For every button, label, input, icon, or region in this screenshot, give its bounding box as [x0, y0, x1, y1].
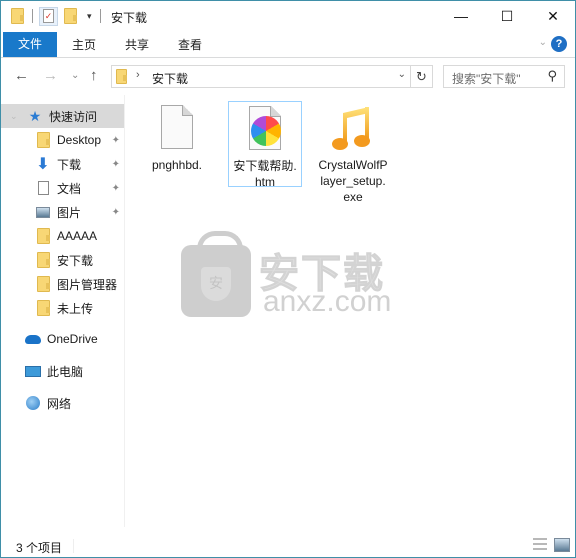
network-icon	[25, 395, 41, 411]
download-icon: ⬇	[36, 156, 50, 173]
cloud-icon	[25, 331, 41, 347]
sidebar-item-pictures[interactable]: 图片 ✦	[1, 200, 124, 224]
sidebar-item-documents[interactable]: 文档 ✦	[1, 176, 124, 200]
sidebar-item-label: 网络	[47, 396, 72, 411]
expand-ribbon-button[interactable]: ⌄	[539, 37, 547, 48]
breadcrumb-separator[interactable]: ›	[136, 69, 140, 81]
sidebar-item-label: AAAAA	[57, 229, 98, 243]
blank-file-icon	[153, 105, 201, 153]
computer-icon	[25, 363, 41, 379]
ribbon: 文件 主页 共享 查看 ⌄ ?	[1, 31, 575, 58]
window-title: 安下载	[111, 11, 148, 25]
refresh-button[interactable]: ↻	[410, 66, 432, 87]
file-item[interactable]: CrystalWolfPlayer_setup.exe	[316, 101, 390, 207]
tab-file[interactable]: 文件	[3, 32, 57, 57]
folder-icon	[35, 276, 51, 292]
help-button[interactable]: ?	[551, 36, 567, 52]
shield-icon: 安	[201, 267, 231, 301]
star-icon: ★	[28, 107, 42, 124]
back-button[interactable]: ←	[14, 67, 29, 84]
title-bar: ✓ ▾ 安下载 — ☐ ✕	[1, 1, 575, 31]
details-view-button[interactable]	[533, 538, 547, 552]
watermark: 安 安下载 anxz.com	[181, 231, 401, 325]
navigation-bar: ← → ⌄ ↑ › 安下载 ⌄ ↻ 搜索"安下载" ⚲	[1, 59, 575, 94]
document-icon	[35, 180, 51, 196]
sidebar-item-not-uploaded[interactable]: 未上传	[1, 296, 124, 320]
explorer-window: ✓ ▾ 安下载 — ☐ ✕ 文件 主页 共享 查看 ⌄ ? ← → ⌄ ↑ › …	[0, 0, 576, 558]
folder-icon	[35, 228, 51, 244]
sidebar-item-label: 快速访问	[49, 109, 98, 124]
pin-icon: ✦	[111, 182, 120, 194]
tab-share[interactable]: 共享	[125, 33, 149, 57]
music-note-icon	[329, 105, 377, 153]
pin-icon: ✦	[111, 134, 120, 146]
folder-icon	[35, 252, 51, 268]
sidebar-item-quick-access[interactable]: ⌄ ★ 快速访问	[1, 104, 124, 128]
pin-icon: ✦	[111, 206, 120, 218]
tab-home[interactable]: 主页	[72, 33, 96, 57]
navigation-pane[interactable]: ⌄ ★ 快速访问 Desktop ✦ ⬇ 下载 ✦ 文档 ✦ 图片 ✦ AAAA…	[1, 95, 125, 527]
bag-logo-icon: 安	[181, 231, 251, 317]
recent-locations-button[interactable]: ⌄	[71, 70, 79, 81]
file-list[interactable]: pnghhbd. 安下载帮助.htm CrystalWolfPlayer_set…	[126, 95, 575, 527]
sidebar-item-this-pc[interactable]: 此电脑	[1, 359, 124, 383]
folder-icon	[35, 132, 51, 148]
file-item[interactable]: 安下载帮助.htm	[228, 101, 302, 189]
search-icon[interactable]: ⚲	[547, 68, 557, 84]
large-icons-view-button[interactable]	[554, 538, 570, 552]
up-button[interactable]: ↑	[90, 67, 98, 84]
pictures-icon	[35, 204, 51, 220]
watermark-url: anxz.com	[263, 285, 392, 318]
search-placeholder: 搜索"安下载"	[452, 72, 521, 86]
sidebar-item-anxz[interactable]: 安下载	[1, 248, 124, 272]
sidebar-item-label: 图片	[57, 205, 82, 220]
file-name: CrystalWolfPlayer_setup.exe	[318, 158, 388, 204]
minimize-button[interactable]: —	[438, 1, 484, 31]
folder-icon	[11, 8, 24, 24]
search-input[interactable]: 搜索"安下载" ⚲	[443, 65, 565, 88]
html-file-icon	[241, 106, 289, 154]
sidebar-item-aaaaa[interactable]: AAAAA	[1, 224, 124, 248]
divider	[32, 9, 33, 23]
address-bar[interactable]: › 安下载 ⌄ ↻	[111, 65, 433, 88]
sidebar-item-label: 此电脑	[47, 364, 84, 379]
sidebar-item-desktop[interactable]: Desktop ✦	[1, 128, 124, 152]
chevron-down-icon[interactable]: ⌄	[10, 111, 18, 122]
sidebar-item-downloads[interactable]: ⬇ 下载 ✦	[1, 152, 124, 176]
sidebar-item-network[interactable]: 网络	[1, 391, 124, 415]
sidebar-item-label: Desktop	[57, 133, 102, 147]
status-bar: 3 个项目	[1, 535, 575, 557]
tab-view[interactable]: 查看	[178, 33, 202, 57]
close-button[interactable]: ✕	[530, 1, 576, 31]
item-count: 3 个项目	[16, 541, 63, 555]
customize-toolbar-dropdown[interactable]: ▾	[87, 11, 92, 22]
sidebar-item-picture-manager[interactable]: 图片管理器	[1, 272, 124, 296]
divider	[73, 539, 74, 553]
sidebar-item-label: 未上传	[57, 301, 94, 316]
folder-icon	[116, 69, 127, 84]
breadcrumb-item[interactable]: 安下载	[152, 70, 188, 87]
file-item[interactable]: pnghhbd.	[140, 101, 214, 175]
maximize-button[interactable]: ☐	[484, 1, 530, 31]
address-dropdown-button[interactable]: ⌄	[398, 69, 406, 80]
sidebar-item-onedrive[interactable]: OneDrive	[1, 327, 124, 351]
forward-button[interactable]: →	[43, 67, 58, 84]
pin-icon: ✦	[111, 158, 120, 170]
folder-icon	[35, 300, 51, 316]
file-name: pnghhbd.	[151, 158, 203, 172]
sidebar-item-label: 下载	[57, 157, 82, 172]
sidebar-item-label: OneDrive	[47, 332, 98, 346]
sidebar-item-label: 安下载	[57, 253, 94, 268]
properties-icon: ✓	[43, 9, 54, 23]
quick-access-toolbar: ✓ ▾	[11, 6, 101, 26]
properties-button[interactable]: ✓	[39, 6, 58, 26]
sidebar-item-label: 文档	[57, 181, 82, 196]
file-name: 安下载帮助.htm	[233, 159, 297, 189]
divider	[99, 9, 101, 23]
sidebar-item-label: 图片管理器	[57, 277, 118, 292]
new-folder-button[interactable]	[64, 8, 77, 24]
